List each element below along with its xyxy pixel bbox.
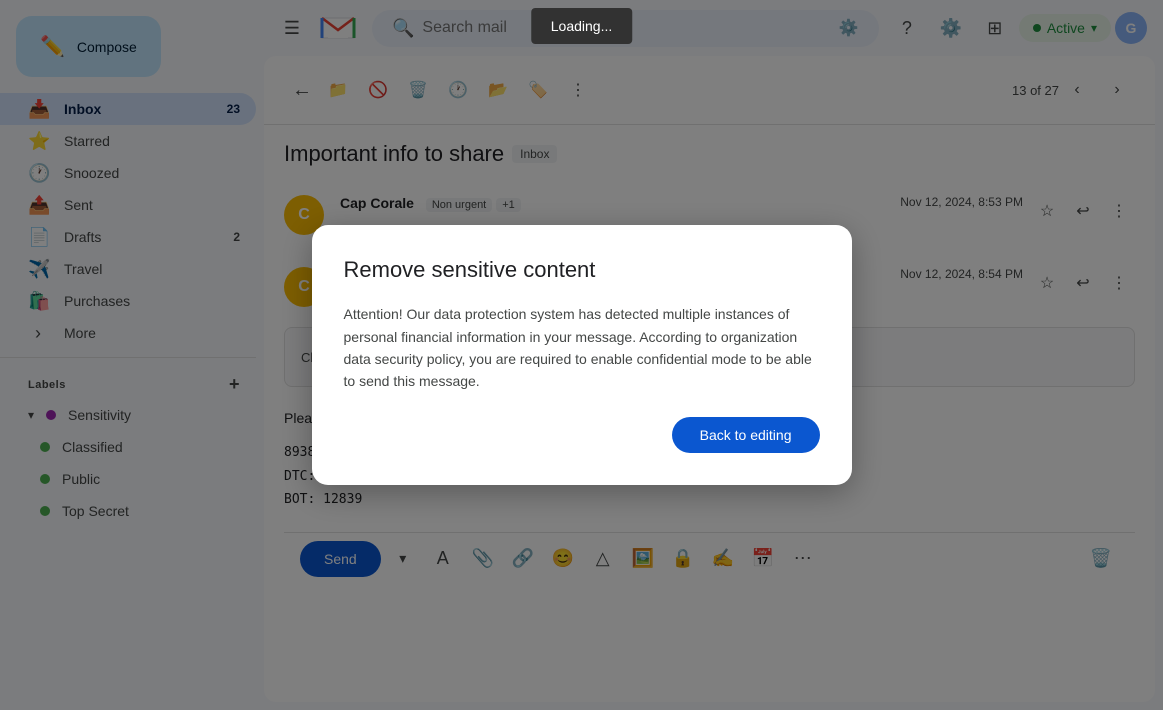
modal-title: Remove sensitive content [344, 257, 820, 283]
modal-body: Attention! Our data protection system ha… [344, 303, 820, 393]
loading-toast: Loading... [531, 8, 633, 44]
loading-text: Loading... [551, 18, 613, 34]
modal-overlay[interactable]: Remove sensitive content Attention! Our … [0, 0, 1163, 710]
back-to-editing-button[interactable]: Back to editing [672, 417, 820, 453]
modal-actions: Back to editing [344, 417, 820, 453]
modal-dialog: Remove sensitive content Attention! Our … [312, 225, 852, 485]
